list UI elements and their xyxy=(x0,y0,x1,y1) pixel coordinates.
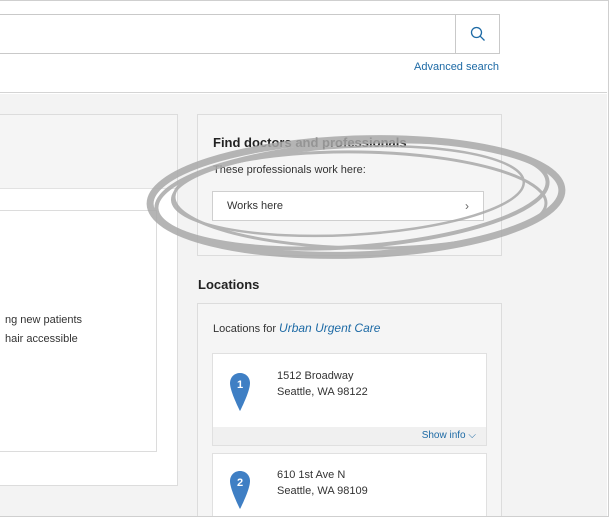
locations-card: Locations for Urban Urgent Care 1 1512 B… xyxy=(197,303,502,516)
left-panel: ng new patients hair accessible xyxy=(0,114,178,486)
find-doctors-title: Find doctors and professionals xyxy=(213,135,407,150)
page-frame: Advanced search ng new patients hair acc… xyxy=(0,0,609,517)
location-item[interactable]: 2 610 1st Ave N Seattle, WA 98109 xyxy=(212,453,487,516)
advanced-search-link[interactable]: Advanced search xyxy=(414,61,499,73)
locations-for-line: Locations for Urban Urgent Care xyxy=(213,321,380,335)
left-info-card: ng new patients hair accessible xyxy=(0,210,157,452)
location-number: 2 xyxy=(237,477,243,489)
address-line2: Seattle, WA 98122 xyxy=(277,386,368,398)
map-pin-icon: 1 xyxy=(230,373,250,411)
search-button[interactable] xyxy=(455,14,500,54)
left-panel-header xyxy=(0,115,177,189)
works-here-label: Works here xyxy=(227,200,284,212)
address-line1: 1512 Broadway xyxy=(277,370,354,382)
chevron-down-icon: ⌵ xyxy=(468,430,476,441)
search-input[interactable] xyxy=(0,14,456,54)
chevron-right-icon: › xyxy=(465,199,469,213)
place-name-link[interactable]: Urban Urgent Care xyxy=(279,321,380,335)
works-here-button[interactable]: Works here › xyxy=(212,191,484,221)
search-icon xyxy=(470,26,485,41)
address-line2: Seattle, WA 98109 xyxy=(277,485,368,497)
search-header: Advanced search xyxy=(0,1,607,93)
accepting-patients-text: ng new patients xyxy=(5,314,83,326)
address-line1: 610 1st Ave N xyxy=(277,469,346,481)
location-item[interactable]: 1 1512 Broadway Seattle, WA 98122 Show i… xyxy=(212,353,487,446)
locations-heading: Locations xyxy=(198,277,260,292)
wheelchair-accessible-text: hair accessible xyxy=(5,333,78,345)
show-info-toggle[interactable]: Show info ⌵ xyxy=(213,427,486,445)
main-content: ng new patients hair accessible Find doc… xyxy=(0,94,607,516)
show-info-label: Show info xyxy=(421,430,466,441)
map-pin-icon: 2 xyxy=(230,471,250,509)
find-doctors-subtitle: These professionals work here: xyxy=(213,164,366,176)
find-doctors-card: Find doctors and professionals These pro… xyxy=(197,114,502,256)
location-number: 1 xyxy=(237,379,243,391)
locations-for-prefix: Locations for xyxy=(213,323,276,335)
